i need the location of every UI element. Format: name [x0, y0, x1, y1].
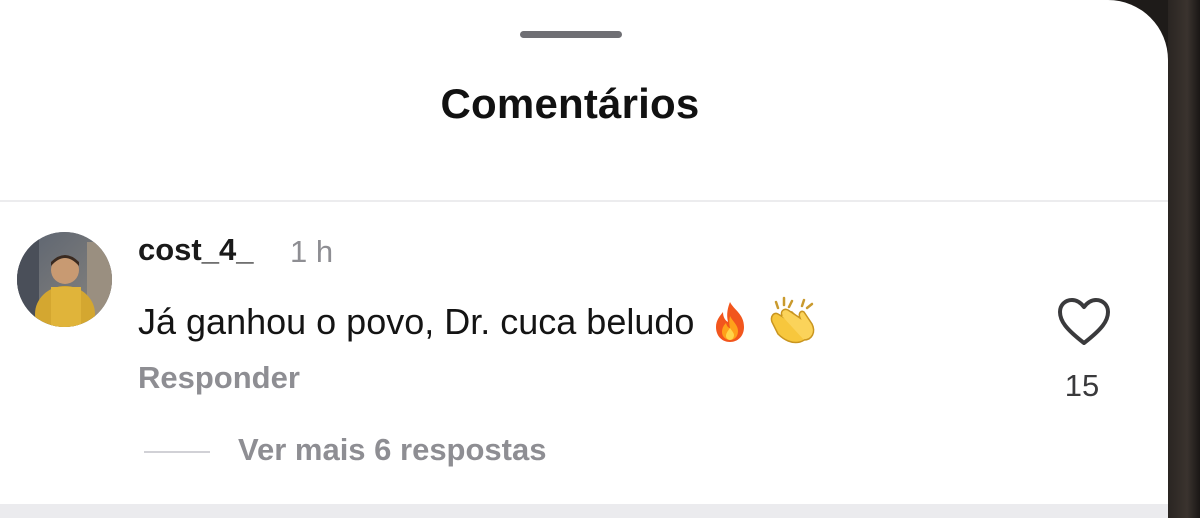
like-button[interactable]	[1056, 296, 1112, 348]
replies-indent-line	[144, 451, 210, 453]
reply-button[interactable]: Responder	[138, 360, 300, 396]
header-divider	[0, 200, 1168, 202]
comment-username[interactable]: cost_4_	[138, 232, 253, 268]
sheet-title: Comentários	[440, 80, 700, 127]
sheet-grab-handle[interactable]	[520, 31, 622, 38]
comment-timestamp: 1 h	[290, 234, 334, 269]
next-comment-edge	[0, 504, 1168, 518]
avatar[interactable]	[17, 232, 112, 327]
comment-text: Já ganhou o povo, Dr. cuca beludo	[138, 301, 695, 342]
comment-body: Já ganhou o povo, Dr. cuca beludo	[138, 296, 818, 353]
clapping-hands-emoji	[766, 296, 818, 353]
view-more-replies-button[interactable]: Ver mais 6 respostas	[238, 432, 546, 468]
avatar-photo	[17, 232, 112, 327]
heart-outline-icon	[1058, 298, 1110, 345]
fire-emoji	[710, 300, 750, 353]
like-count: 15	[1064, 368, 1100, 403]
comments-sheet: Comentários cost_4_ 1 h Já ganhou o povo…	[0, 0, 1168, 518]
background-edge	[1168, 0, 1200, 518]
